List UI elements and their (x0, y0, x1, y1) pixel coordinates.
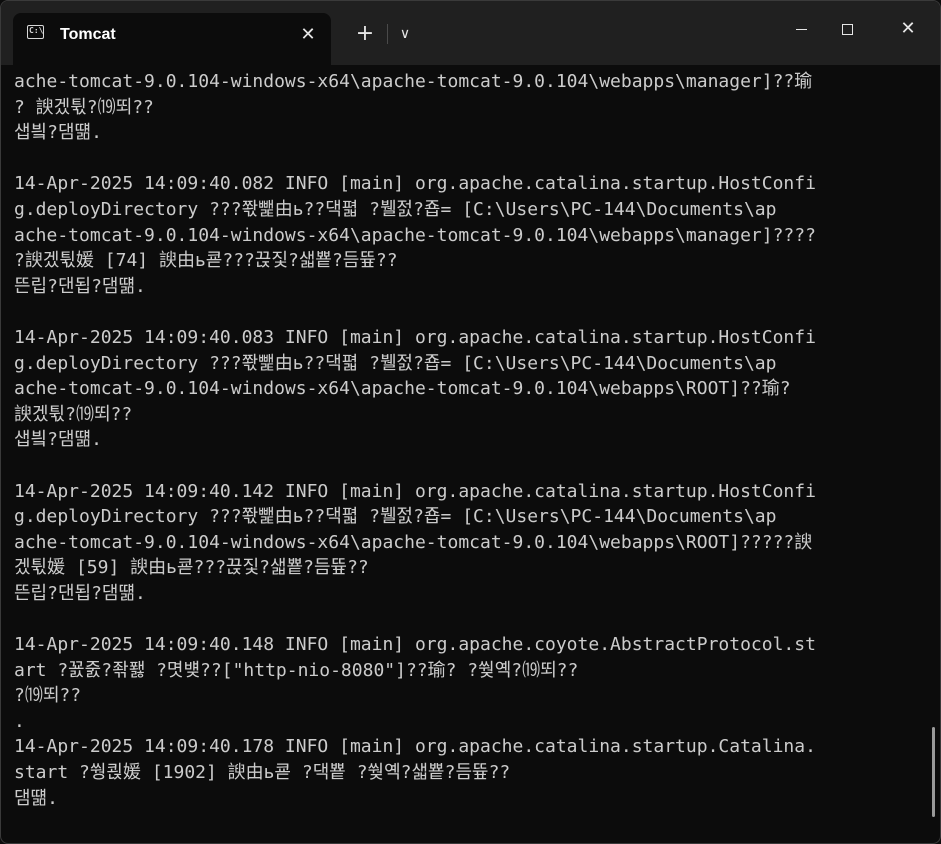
terminal-window: C:\ Tomcat ✕ + ∨ ✕ ache-tomcat-9.0.104-w… (0, 0, 941, 844)
terminal-line: ache-tomcat-9.0.104-windows-x64\apache-t… (14, 71, 813, 92)
scrollbar[interactable] (932, 727, 935, 817)
chevron-down-icon[interactable]: ∨ (391, 20, 419, 48)
terminal-line: ?諛겠튃媛 [74] 諛由ь쿋???끉짗?샓뿉?듬뜦?? (14, 250, 398, 272)
terminal-line: g.deployDirectory ???쫛뺉由ь??댁펿 ?뷀젌?죱= [C:… (14, 198, 777, 220)
terminal-line: ache-tomcat-9.0.104-windows-x64\apache-t… (14, 378, 791, 400)
terminal-line: 14-Apr-2025 14:09:40.082 INFO [main] org… (14, 173, 816, 195)
terminal-line: 14-Apr-2025 14:09:40.083 INFO [main] org… (14, 326, 816, 348)
terminal-line: ache-tomcat-9.0.104-windows-x64\apache-t… (14, 224, 816, 246)
terminal-icon: C:\ (27, 25, 44, 39)
terminal-line: . (14, 710, 25, 732)
terminal-line: 뜬립?댄됩?댐떎. (14, 275, 146, 297)
minimize-button[interactable] (778, 11, 824, 47)
terminal-line: art ?꾨줈?좎퐳 ?몃뱾??["http-nio-8080"]??瑜? ?쒖… (14, 659, 579, 681)
new-tab-button[interactable]: + (351, 20, 379, 48)
terminal-output[interactable]: ache-tomcat-9.0.104-windows-x64\apache-t… (1, 65, 929, 843)
terminal-line: 14-Apr-2025 14:09:40.148 INFO [main] org… (14, 634, 816, 656)
terminal-line: 14-Apr-2025 14:09:40.178 INFO [main] org… (14, 736, 816, 758)
terminal-line: 뜬립?댄됩?댐떎. (14, 582, 146, 604)
terminal-line: g.deployDirectory ???쫛뺉由ь??댁펿 ?뷀젌?죱= [C:… (14, 352, 777, 374)
tab-divider (387, 24, 388, 44)
terminal-line: ?⒆뙤?? (14, 685, 82, 707)
terminal-line: 諛겠튃?⒆뙤?? (14, 403, 133, 425)
minimize-icon (795, 29, 807, 30)
tab-tomcat[interactable]: C:\ Tomcat ✕ (13, 13, 331, 65)
close-tab-icon[interactable]: ✕ (295, 22, 321, 48)
terminal-line: ? 諛겠튃?⒆뙤?? (14, 96, 154, 118)
terminal-line: 14-Apr-2025 14:09:40.142 INFO [main] org… (14, 480, 816, 502)
maximize-icon (841, 24, 853, 35)
terminal-line: 샙빀?댐떎. (14, 429, 102, 451)
terminal-line: start ?쒕쾭媛 [1902] 諛由ь쿋 ?댁뿉 ?쒖옉?샓뿉?듬뜦?? (14, 762, 511, 784)
terminal-line: ache-tomcat-9.0.104-windows-x64\apache-t… (14, 531, 813, 553)
terminal-line: g.deployDirectory ???쫛뺉由ь??댁펿 ?뷀젌?죱= [C:… (14, 506, 777, 528)
terminal-line: 댐떎. (14, 787, 58, 809)
title-bar[interactable]: C:\ Tomcat ✕ + ∨ ✕ (1, 1, 940, 65)
terminal-line: 겠튃媛 [59] 諛由ь쿋???끉짗?샓뿉?듬뜦?? (14, 557, 369, 579)
terminal-line: 샙빀?댐떎. (14, 122, 102, 144)
tab-title: Tomcat (60, 26, 116, 43)
maximize-button[interactable] (824, 11, 870, 47)
close-window-button[interactable]: ✕ (885, 11, 931, 47)
